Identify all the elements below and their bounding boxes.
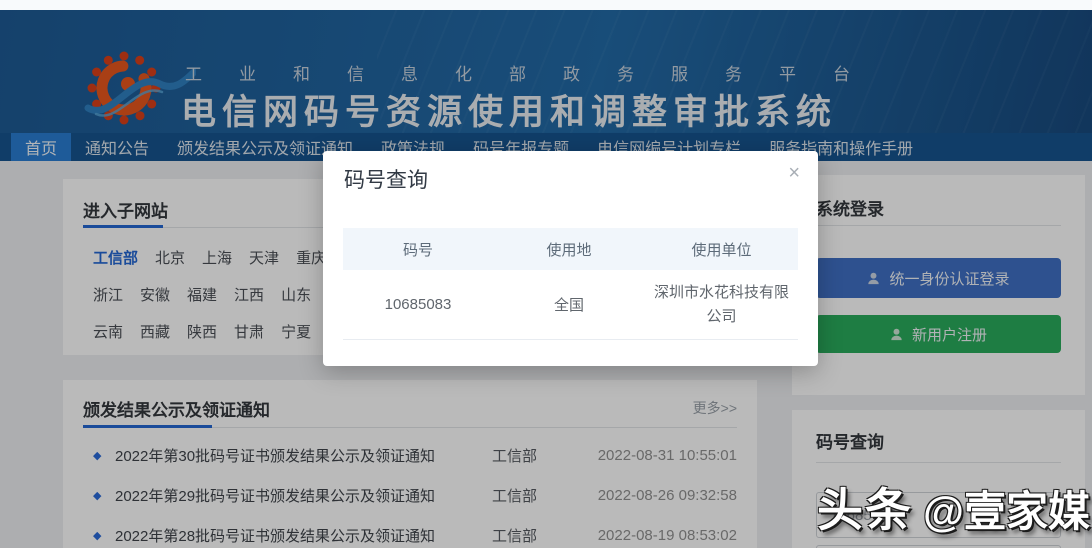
cell-usage-area: 全国 (553, 297, 584, 314)
col-header-usage-area: 使用地 (546, 241, 592, 259)
top-edge-strip (0, 0, 1092, 10)
dialog-title: 码号查询 (344, 169, 428, 192)
toutiao-watermark: 头条 @壹家媒 (817, 474, 1090, 540)
col-header-using-unit: 使用单位 (691, 241, 752, 259)
company-name: 深圳市水花科技有限公司 (653, 283, 789, 325)
table-row: 10685083 全国 深圳市水花科技有限公司 (343, 270, 798, 340)
close-icon[interactable]: × (788, 163, 800, 183)
col-header-number: 码号 (402, 241, 433, 259)
watermark-brand: 头条 (817, 484, 914, 536)
number-query-dialog: 码号查询 × 码号 使用地 使用单位 10685083 全国 深圳市水花科技有限… (323, 151, 818, 366)
watermark-handle: @壹家媒 (923, 488, 1090, 535)
query-result-table: 码号 使用地 使用单位 10685083 全国 深圳市水花科技有限公司 (343, 228, 798, 340)
cell-number: 10685083 (384, 296, 452, 313)
cell-using-unit: 深圳市水花科技有限公司 (645, 270, 798, 339)
table-header-row: 码号 使用地 使用单位 (343, 228, 798, 270)
